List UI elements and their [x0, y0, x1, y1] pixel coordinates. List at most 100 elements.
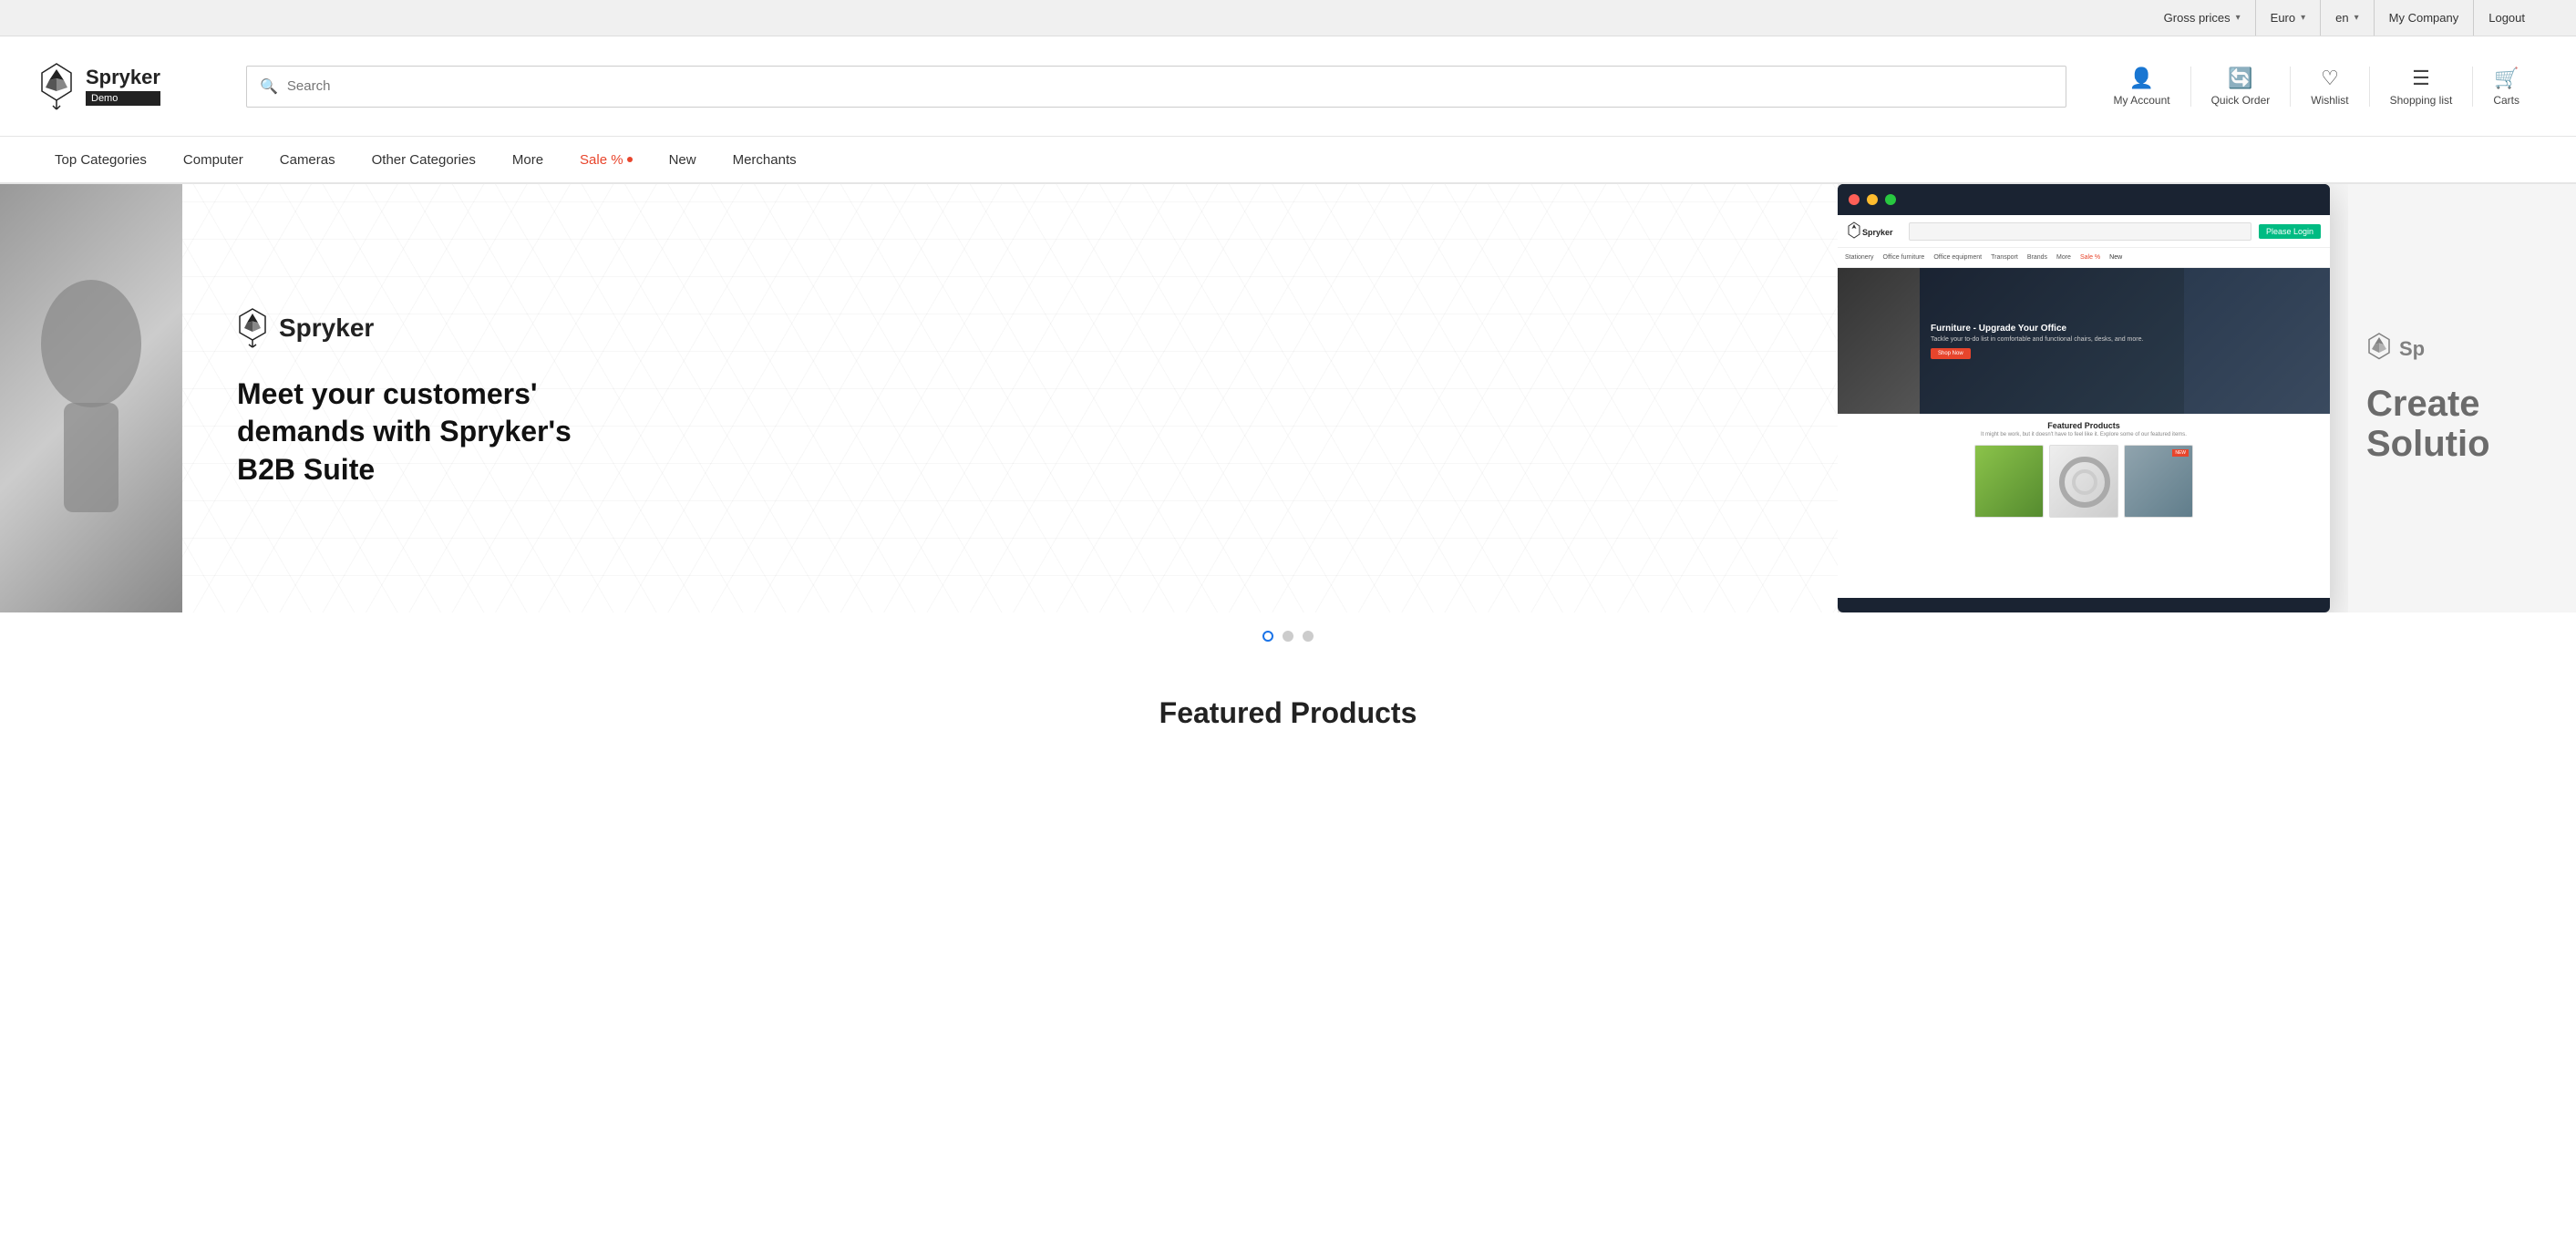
language-chevron-icon: ▾: [2354, 13, 2359, 23]
quick-order-icon: 🔄: [2228, 67, 2252, 90]
featured-products-title: Featured Products: [36, 696, 2540, 730]
my-account-button[interactable]: 👤 My Account: [2094, 67, 2191, 107]
main-nav: Top Categories Computer Cameras Other Ca…: [0, 137, 2576, 184]
ss-nav-brands: Brands: [2027, 254, 2047, 261]
ss-nav-stationery: Stationery: [1845, 254, 1874, 261]
ss-nav: Stationery Office furniture Office equip…: [1838, 248, 2330, 268]
hero-left-image-inner: [0, 184, 182, 612]
hero-screenshot: Spryker Please Login Stationery Office f…: [1838, 184, 2330, 612]
hero-right-content: Sp Create Solutio: [2366, 333, 2490, 464]
ss-new-badge: NEW: [2172, 449, 2189, 457]
person-icon: 👤: [2129, 67, 2154, 90]
carts-button[interactable]: 🛒 Carts: [2473, 67, 2540, 107]
top-bar: Gross prices ▾ Euro ▾ en ▾ My Company Lo…: [0, 0, 2576, 36]
currency-selector[interactable]: Euro ▾: [2256, 0, 2322, 36]
nav-other-categories[interactable]: Other Categories: [354, 138, 494, 183]
ss-nav-office-equipment: Office equipment: [1933, 254, 1982, 261]
hero-right-logo: Sp: [2366, 333, 2425, 365]
nav-more[interactable]: More: [494, 138, 562, 183]
hero-spryker-icon: [237, 308, 268, 348]
ss-product-1: [1974, 445, 2044, 518]
hero-right-create-text: Create Solutio: [2366, 384, 2490, 464]
gross-prices-label: Gross prices: [2164, 11, 2231, 25]
search-bar[interactable]: 🔍: [246, 66, 2066, 108]
hero-text-content: Spryker Meet your customers' demands wit…: [237, 308, 602, 489]
header-actions: 👤 My Account 🔄 Quick Order ♡ Wishlist ☰ …: [2094, 67, 2540, 107]
brand-name: Spryker: [86, 67, 160, 87]
hero-brand-name: Spryker: [279, 314, 374, 343]
featured-products-section: Featured Products: [0, 660, 2576, 785]
titlebar-green-dot: [1885, 194, 1896, 205]
slider-dot-2[interactable]: [1283, 631, 1293, 642]
ss-hero-main: Furniture - Upgrade Your Office Tackle y…: [1920, 268, 2184, 414]
list-icon: ☰: [2412, 67, 2430, 90]
shopping-list-button[interactable]: ☰ Shopping list: [2370, 67, 2474, 107]
spryker-logo-icon: [36, 62, 77, 111]
language-selector[interactable]: en ▾: [2321, 0, 2375, 36]
ss-shop-now-btn: Shop Now: [1931, 348, 1971, 359]
currency-label: Euro: [2271, 11, 2295, 25]
nav-new[interactable]: New: [651, 138, 715, 183]
hero-right-logo-icon: [2366, 333, 2392, 365]
ss-header: Spryker Please Login: [1838, 215, 2330, 248]
ss-hero-text: Furniture - Upgrade Your Office Tackle y…: [1931, 324, 2143, 359]
search-icon: 🔍: [260, 77, 278, 96]
ss-nav-more: More: [2056, 254, 2071, 261]
ss-product-3: NEW: [2124, 445, 2193, 518]
slider-dot-3[interactable]: [1303, 631, 1314, 642]
hero-right-sp-text: Sp: [2399, 337, 2425, 361]
ss-hero-right: [2184, 268, 2330, 414]
quick-order-label: Quick Order: [2211, 94, 2271, 107]
logout-label: Logout: [2488, 11, 2525, 25]
heart-icon: ♡: [2321, 67, 2339, 90]
gross-prices-selector[interactable]: Gross prices ▾: [2149, 0, 2256, 36]
ss-hero-left: [1838, 268, 1920, 414]
slider-dots: [0, 612, 2576, 660]
search-input[interactable]: [287, 78, 2053, 94]
cart-icon: 🛒: [2494, 67, 2519, 90]
hero-right-partial: Sp Create Solutio: [2348, 184, 2576, 612]
ss-products-row: NEW: [1845, 445, 2323, 518]
titlebar-red-dot: [1849, 194, 1860, 205]
ss-search-bar: [1909, 222, 2251, 241]
my-company-link[interactable]: My Company: [2375, 0, 2475, 36]
logout-button[interactable]: Logout: [2474, 0, 2540, 36]
titlebar-yellow-dot: [1867, 194, 1878, 205]
nav-computer[interactable]: Computer: [165, 138, 262, 183]
wishlist-button[interactable]: ♡ Wishlist: [2291, 67, 2369, 107]
wishlist-label: Wishlist: [2311, 94, 2348, 107]
screenshot-titlebar: [1838, 184, 2330, 215]
nav-sale[interactable]: Sale %: [562, 138, 651, 183]
nav-merchants[interactable]: Merchants: [715, 138, 815, 183]
hero-slider: Spryker Meet your customers' demands wit…: [0, 184, 2576, 612]
nav-top-categories[interactable]: Top Categories: [36, 138, 165, 183]
logo-text: Spryker Demo: [86, 67, 160, 106]
demo-badge: Demo: [86, 91, 160, 106]
gross-prices-chevron-icon: ▾: [2236, 13, 2241, 23]
header: Spryker Demo 🔍 👤 My Account 🔄 Quick Orde…: [0, 36, 2576, 137]
hero-main-content: Spryker Meet your customers' demands wit…: [182, 184, 1838, 612]
nav-cameras[interactable]: Cameras: [262, 138, 354, 183]
hero-headline: Meet your customers' demands with Spryke…: [237, 376, 602, 489]
my-company-label: My Company: [2389, 11, 2459, 25]
ss-logo-icon: Spryker: [1847, 221, 1901, 242]
ss-nav-new: New: [2109, 254, 2122, 261]
my-account-label: My Account: [2114, 94, 2170, 107]
language-label: en: [2335, 11, 2348, 25]
hero-left-image: [0, 184, 182, 612]
ss-product-2: [2049, 445, 2118, 518]
sale-dot-indicator: [627, 157, 633, 162]
ss-nav-office-furniture: Office furniture: [1883, 254, 1925, 261]
ss-product-2-img: [2050, 446, 2118, 518]
screenshot-body: Spryker Please Login Stationery Office f…: [1838, 215, 2330, 598]
shopping-list-label: Shopping list: [2390, 94, 2453, 107]
logo-area[interactable]: Spryker Demo: [36, 62, 219, 111]
svg-text:Spryker: Spryker: [1862, 228, 1893, 237]
face-silhouette-svg: [18, 262, 164, 535]
ss-nav-transport: Transport: [1991, 254, 2018, 261]
slider-dot-1[interactable]: [1262, 631, 1273, 642]
ss-login-btn: Please Login: [2259, 224, 2321, 239]
quick-order-button[interactable]: 🔄 Quick Order: [2191, 67, 2292, 107]
carts-label: Carts: [2493, 94, 2519, 107]
ss-featured-title: Featured Products: [1845, 421, 2323, 430]
